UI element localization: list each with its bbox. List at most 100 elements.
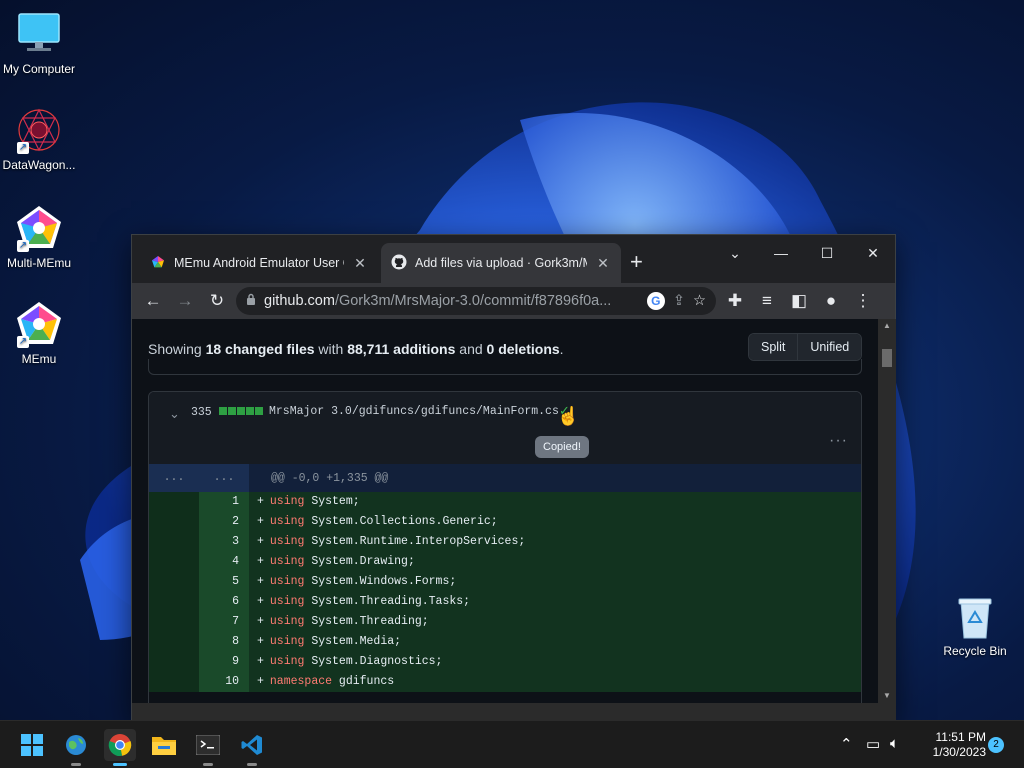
expand-hunk-button[interactable]: ... [149, 464, 199, 492]
new-line-number[interactable]: 5 [199, 572, 249, 592]
old-line-number[interactable] [149, 512, 199, 532]
forward-arrow-icon[interactable]: → [172, 288, 198, 314]
code-text: System.Media; [304, 635, 402, 648]
diff-line: 4 + using System.Drawing; [149, 552, 861, 572]
split-view-button[interactable]: Split [749, 334, 798, 360]
copied-tooltip: Copied! [535, 436, 589, 458]
new-tab-button[interactable]: + [630, 249, 643, 275]
media-control-icon[interactable]: ≡ [754, 288, 780, 314]
url-host: github.com [264, 293, 335, 309]
network-icon[interactable]: ▭ [866, 735, 880, 753]
new-line-number[interactable]: 3 [199, 532, 249, 552]
old-line-number[interactable] [149, 552, 199, 572]
collapse-chevron-icon[interactable]: ⌄ [169, 406, 180, 422]
new-line-number[interactable]: 4 [199, 552, 249, 572]
profile-avatar-icon[interactable]: ● [818, 288, 844, 314]
chrome-icon [108, 734, 132, 757]
running-indicator [71, 763, 81, 766]
volume-icon[interactable]: 🔈︎ [890, 735, 899, 752]
new-line-number[interactable]: 2 [199, 512, 249, 532]
taskbar-file-explorer[interactable] [148, 729, 180, 761]
horizontal-scrollbar[interactable] [132, 703, 896, 720]
taskbar-weather-app[interactable] [60, 729, 92, 766]
old-line-number[interactable] [149, 652, 199, 672]
old-line-number[interactable] [149, 592, 199, 612]
taskbar-terminal[interactable] [192, 729, 224, 766]
back-arrow-icon[interactable]: ← [140, 288, 166, 314]
menu-kebab-icon[interactable]: ⋮ [850, 288, 876, 314]
share-icon[interactable]: ⇪ [673, 293, 685, 309]
scroll-up-arrow-icon[interactable]: ▲ [878, 321, 896, 330]
taskbar-vscode[interactable] [236, 729, 268, 766]
diff-code: + using System.Drawing; [249, 552, 861, 572]
old-line-number[interactable] [149, 572, 199, 592]
system-clock[interactable]: 11:51 PM 1/30/2023 [916, 730, 986, 760]
start-button[interactable] [16, 729, 48, 761]
address-bar[interactable]: github.com/Gork3m/MrsMajor-3.0/commit/f8… [236, 287, 716, 315]
code-text: System.Drawing; [304, 555, 415, 568]
taskbar-chrome[interactable] [104, 729, 136, 766]
hand-cursor-icon: ☝ [557, 406, 580, 426]
desktop-icon-multi-memu[interactable]: ↗ Multi-MEmu [0, 204, 79, 270]
new-line-number[interactable]: 7 [199, 612, 249, 632]
lock-icon [246, 293, 256, 309]
more-options-icon[interactable]: ··· [829, 432, 848, 450]
diff-code: + using System.Threading.Tasks; [249, 592, 861, 612]
bookmark-star-icon[interactable]: ☆ [693, 293, 706, 309]
desktop-icon-datawagon[interactable]: ↗ DataWagon... [0, 106, 79, 172]
reload-icon[interactable]: ↻ [204, 288, 230, 314]
changed-files-count[interactable]: 18 changed files [206, 341, 315, 357]
code-text: System.Threading; [304, 615, 429, 628]
diff-code: + using System.Media; [249, 632, 861, 652]
old-line-number[interactable] [149, 532, 199, 552]
monitor-icon [15, 10, 63, 58]
extensions-puzzle-icon[interactable]: ✚ [722, 288, 748, 314]
summary-text: Showing [148, 341, 206, 357]
close-tab-icon[interactable]: ✕ [352, 255, 368, 272]
desktop-icon-recycle-bin[interactable]: Recycle Bin [940, 596, 1010, 658]
scroll-down-arrow-icon[interactable]: ▼ [878, 691, 896, 700]
new-line-number[interactable]: 8 [199, 632, 249, 652]
browser-toolbar: ← → ↻ github.com/Gork3m/MrsMajor-3.0/com… [132, 283, 895, 319]
desktop-icon-my-computer[interactable]: My Computer [0, 10, 79, 76]
maximize-button[interactable]: ☐ [804, 239, 850, 267]
file-path-link[interactable]: MrsMajor 3.0/gdifuncs/gdifuncs/MainForm.… [269, 405, 559, 418]
old-line-number[interactable] [149, 612, 199, 632]
code-keyword: using [269, 535, 305, 548]
show-hidden-icons-chevron-icon[interactable]: ⌃ [840, 735, 853, 753]
diff-code: + using System.Windows.Forms; [249, 572, 861, 592]
vertical-scrollbar[interactable]: ▲ ▼ [878, 319, 896, 703]
new-line-number[interactable]: 9 [199, 652, 249, 672]
tab-memu-user-guide[interactable]: MEmu Android Emulator User Gu ✕ [140, 243, 378, 283]
memu-favicon [150, 254, 166, 273]
tab-title: MEmu Android Emulator User Gu [174, 256, 344, 270]
diff-line: 3 + using System.Runtime.InteropServices; [149, 532, 861, 552]
diffstat-bars [219, 407, 263, 415]
desktop-icon-memu[interactable]: ↗ MEmu [0, 300, 79, 366]
close-window-button[interactable]: ✕ [850, 239, 896, 267]
new-line-number[interactable]: 1 [199, 492, 249, 512]
tab-add-files-via-upload[interactable]: Add files via upload · Gork3m/M ✕ [381, 243, 621, 283]
diff-line: 8 + using System.Media; [149, 632, 861, 652]
google-lens-icon[interactable]: G [646, 292, 665, 310]
unified-view-button[interactable]: Unified [797, 334, 862, 360]
tab-search-chevron-icon[interactable]: ⌄ [712, 239, 758, 267]
globe-icon [66, 735, 86, 755]
scrollbar-thumb[interactable] [882, 349, 892, 367]
expand-hunk-button[interactable]: ... [199, 464, 249, 492]
notification-badge[interactable]: 2 [988, 737, 1004, 753]
recycle-bin-icon [955, 596, 995, 640]
minimize-button[interactable]: — [758, 239, 804, 267]
new-line-number[interactable]: 6 [199, 592, 249, 612]
diff-code: + using System; [249, 492, 861, 512]
memu-icon: ↗ [15, 300, 63, 348]
close-tab-icon[interactable]: ✕ [595, 255, 611, 272]
new-line-number[interactable]: 10 [199, 672, 249, 692]
old-line-number[interactable] [149, 672, 199, 692]
side-panel-icon[interactable]: ◧ [786, 288, 812, 314]
old-line-number[interactable] [149, 632, 199, 652]
running-indicator [113, 763, 127, 766]
file-diff: ⌄ 335 MrsMajor 3.0/gdifuncs/gdifuncs/Mai… [148, 391, 862, 703]
diff-code: + using System.Collections.Generic; [249, 512, 861, 532]
old-line-number[interactable] [149, 492, 199, 512]
